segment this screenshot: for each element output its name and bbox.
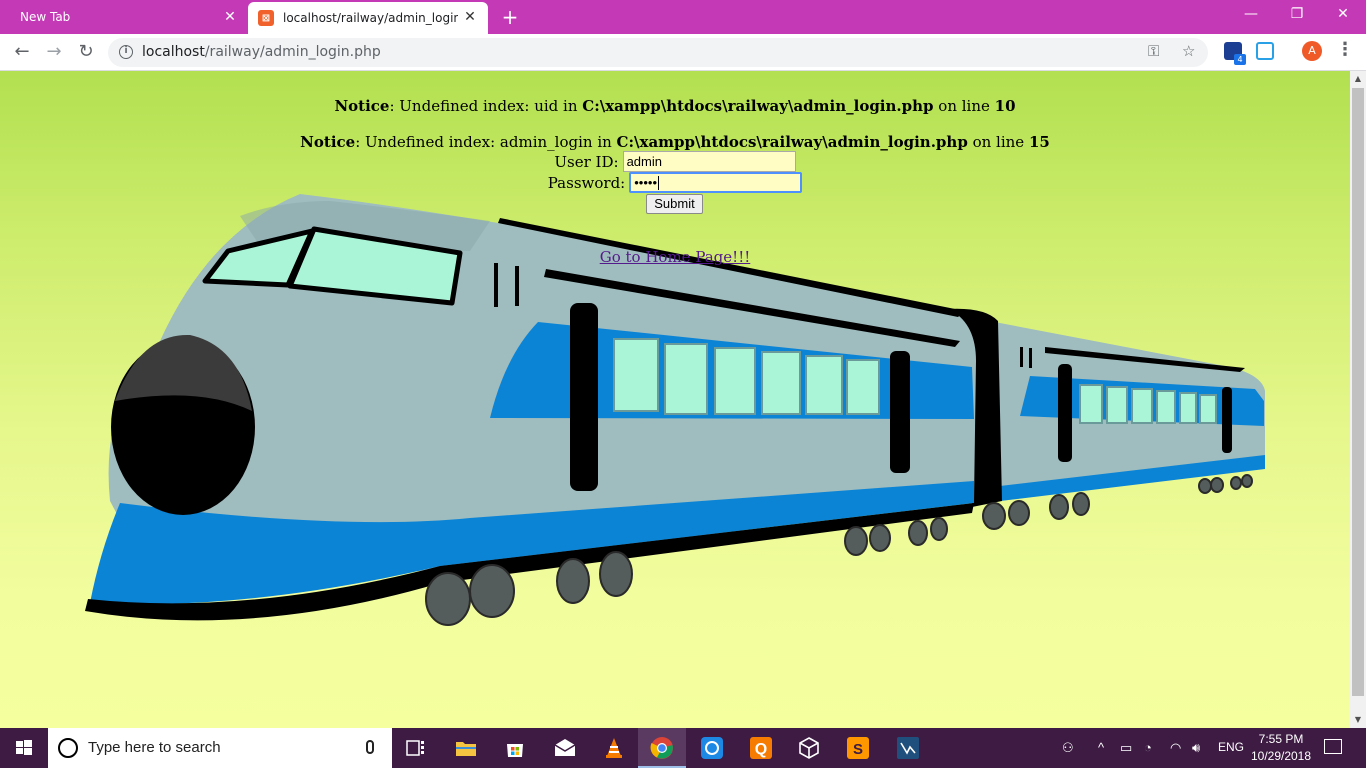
user-id-label: User ID: [554,152,619,171]
clock-time: 7:55 PM [1258,732,1304,746]
mail-icon[interactable] [553,736,577,760]
url-path: /railway/admin_login.php [204,44,381,60]
forward-arrow-icon[interactable]: → [42,40,66,64]
user-id-row: User ID: admin [0,151,1350,172]
mysql-workbench-icon[interactable] [896,736,920,760]
home-page-link[interactable]: Go to Home Page!!! [0,248,1350,266]
network-icon[interactable]: ◔ [1144,740,1152,755]
notice-path: C:\xampp\htdocs\railway\admin_login.php [616,133,968,151]
scroll-up-arrow-icon[interactable]: ▲ [1350,71,1366,87]
svg-text:Q: Q [755,741,767,758]
browser-toolbar: ← → ↻ i localhost/railway/admin_login.ph… [0,34,1366,71]
extension-icon[interactable] [1256,42,1274,60]
page-viewport: Notice: Undefined index: uid in C:\xampp… [0,71,1350,728]
user-id-input[interactable]: admin [622,151,796,172]
file-explorer-icon[interactable] [454,736,478,760]
extension-badge: 4 [1234,54,1246,65]
menu-kebab-icon[interactable]: ⋮ [1336,39,1354,61]
people-icon[interactable]: ⚇ [1062,740,1074,756]
tab-new-tab[interactable]: New Tab ✕ [0,0,246,34]
close-icon[interactable]: ✕ [462,9,478,25]
notice-path: C:\xampp\htdocs\railway\admin_login.php [582,97,934,115]
windows-logo-icon [16,740,32,755]
action-center-icon[interactable] [1324,739,1342,754]
q-app-icon[interactable]: Q [749,736,773,760]
notice-line: 10 [994,97,1016,115]
notice-line: 15 [1028,133,1050,151]
vertical-scrollbar[interactable]: ▲ ▼ [1350,71,1366,728]
microsoft-store-icon[interactable] [503,736,527,760]
address-bar[interactable]: i localhost/railway/admin_login.php ⚿ ☆ [108,38,1208,67]
url-text[interactable]: localhost/railway/admin_login.php [142,44,381,60]
notice-label: Notice [300,133,356,151]
notice-text: on line [967,133,1029,151]
submit-button[interactable]: Submit [646,194,703,214]
scroll-down-arrow-icon[interactable]: ▼ [1350,712,1366,728]
new-tab-button[interactable]: + [498,5,522,29]
system-clock[interactable]: 7:55 PM 10/29/2018 [1244,731,1318,765]
wifi-icon[interactable]: ◠ [1170,740,1181,756]
task-view-icon[interactable] [404,736,428,760]
sync-app-icon[interactable] [700,736,724,760]
url-host: localhost [142,44,205,60]
password-input[interactable]: ••••• [629,172,803,193]
clock-date: 10/29/2018 [1250,749,1312,763]
restore-button[interactable]: ❐ [1274,0,1320,30]
vlc-icon[interactable] [602,736,626,760]
key-icon[interactable]: ⚿ [1148,42,1159,60]
notice-text: : Undefined index: uid in [389,97,583,115]
virtualbox-icon[interactable] [797,736,821,760]
taskbar-active-app[interactable] [638,728,686,768]
tab-label: New Tab [20,10,71,24]
volume-icon[interactable]: 🔊︎ [1192,740,1200,756]
chrome-icon [650,737,673,759]
profile-avatar[interactable]: A [1302,41,1322,61]
notice-message: Notice: Undefined index: uid in C:\xampp… [0,97,1350,115]
tab-label: localhost/railway/admin_login.php [283,11,458,25]
notice-text: : Undefined index: admin_login in [355,133,617,151]
home-page-link-text[interactable]: Go to Home Page!!! [600,248,751,266]
back-arrow-icon[interactable]: ← [10,40,34,64]
close-icon[interactable]: ✕ [222,9,238,25]
taskbar-search-box[interactable]: Type here to search [48,728,392,768]
star-icon[interactable]: ☆ [1182,42,1195,60]
microphone-icon[interactable] [366,740,374,754]
tab-admin-login[interactable]: ⊠ localhost/railway/admin_login.php ✕ [248,2,488,34]
search-placeholder: Type here to search [88,739,221,756]
chevron-up-icon[interactable]: ^ [1098,740,1104,755]
minimize-button[interactable]: — [1228,0,1274,30]
cortana-icon [58,738,78,758]
windows-start-button[interactable] [0,728,48,768]
notice-text: on line [933,97,995,115]
info-icon[interactable]: i [119,45,133,59]
reload-icon[interactable]: ↻ [74,40,98,64]
notice-label: Notice [334,97,390,115]
password-dots: ••••• [634,175,657,190]
password-row: Password: ••••• [0,172,1350,193]
notice-message: Notice: Undefined index: admin_login in … [0,133,1350,151]
password-label: Password: [547,173,626,192]
text-caret [658,175,659,190]
browser-tab-bar: New Tab ✕ ⊠ localhost/railway/admin_logi… [0,0,1366,34]
xampp-favicon-icon: ⊠ [258,10,274,26]
sublime-text-icon[interactable]: S [846,736,870,760]
language-indicator[interactable]: ENG [1218,740,1244,754]
scrollbar-thumb[interactable] [1352,88,1364,696]
svg-text:S: S [853,741,863,758]
windows-taskbar: Type here to search Q S ⚇ ^ ▭ ◔ ◠ 🔊︎ ENG… [0,728,1366,768]
window-close-button[interactable]: ✕ [1320,0,1366,30]
battery-icon[interactable]: ▭ [1120,740,1132,756]
